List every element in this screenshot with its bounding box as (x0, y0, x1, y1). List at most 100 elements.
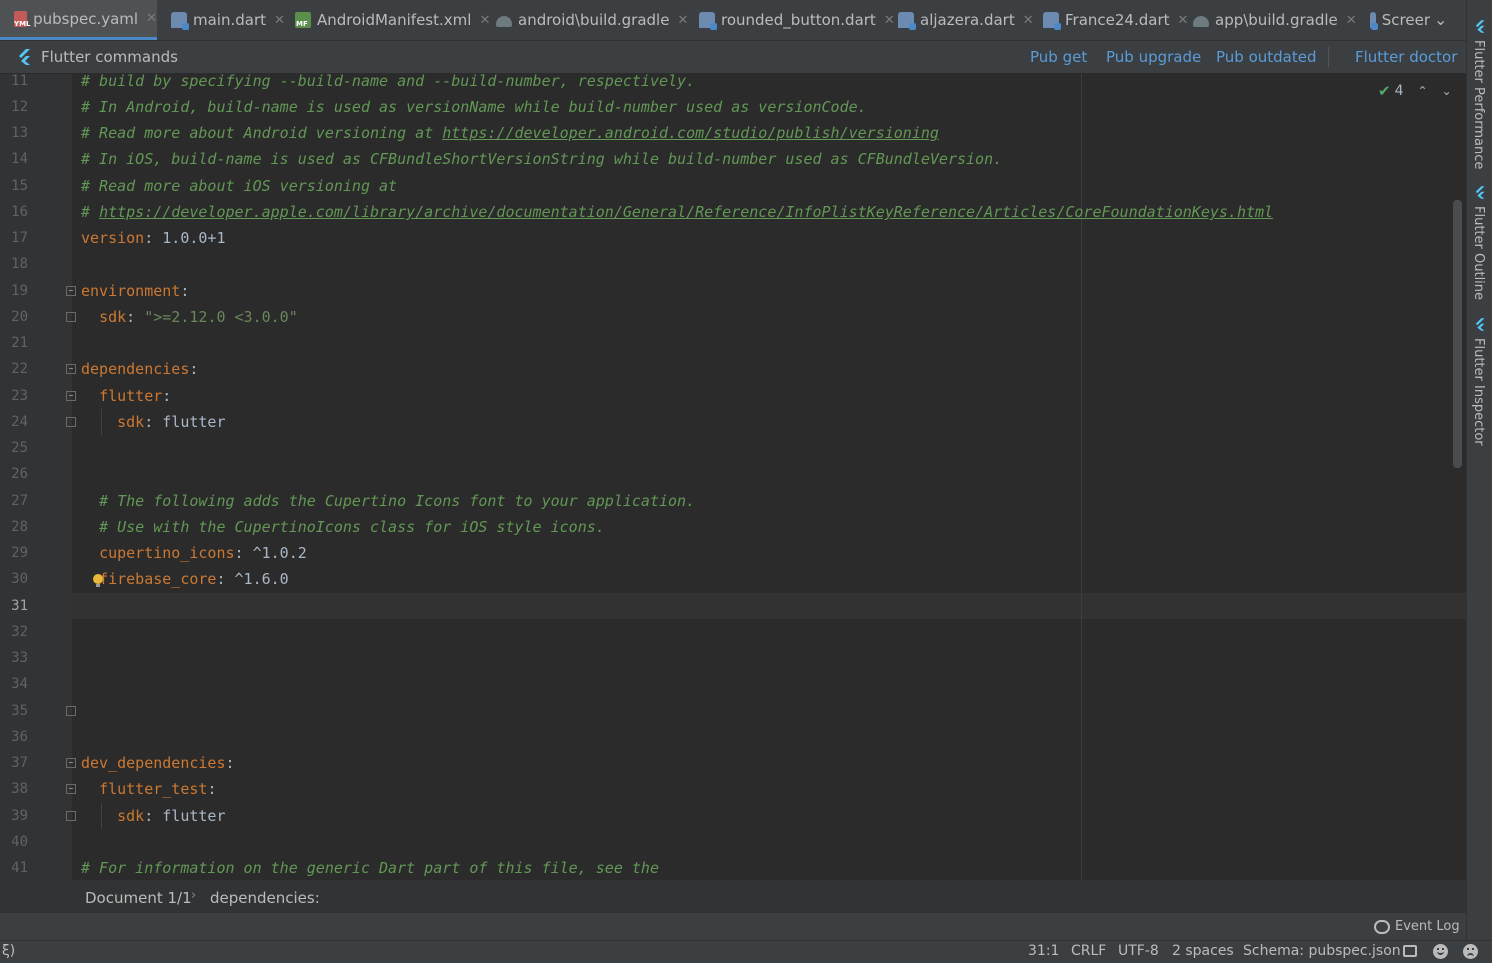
line-number: 36 (11, 729, 28, 745)
right-margin-guide (1081, 74, 1082, 880)
close-icon[interactable]: ✕ (677, 13, 688, 28)
tab-label: android\build.gradle (518, 11, 670, 29)
close-icon[interactable]: ✕ (146, 11, 157, 26)
line-number: 23 (11, 388, 28, 404)
dart-file-icon (1043, 12, 1061, 30)
code-line-37: dev_dependencies: (81, 754, 235, 772)
line-separator[interactable]: CRLF (1071, 943, 1106, 959)
close-icon[interactable]: ✕ (1023, 13, 1034, 28)
line-number: 26 (11, 466, 28, 482)
close-icon[interactable]: ✕ (479, 13, 490, 28)
line-number: 30 (11, 571, 28, 587)
url-link[interactable]: https://developer.apple.com/library/arch… (99, 203, 1273, 221)
pub-outdated-link[interactable]: Pub outdated (1216, 48, 1317, 66)
code-line-14: # In iOS, build-name is used as CFBundle… (81, 150, 1003, 168)
fold-marker[interactable] (66, 312, 76, 322)
fold-marker[interactable] (66, 811, 76, 821)
inspection-count: 4 (1394, 83, 1404, 99)
yaml-key: sdk (117, 413, 145, 431)
line-number: 22 (11, 361, 28, 377)
code-line-13: # Read more about Android versioning at … (81, 120, 939, 146)
tab-label: France24.dart (1065, 11, 1170, 29)
line-number: 38 (11, 781, 28, 797)
line-number: 21 (11, 335, 28, 351)
code-line-23: flutter: (99, 387, 172, 405)
tab-label: app\build.gradle (1215, 11, 1338, 29)
flutter-doctor-link[interactable]: Flutter doctor (1355, 48, 1457, 66)
tab-label: aljazera.dart (920, 11, 1015, 29)
json-schema[interactable]: Schema: pubspec.json (1243, 943, 1401, 959)
code-line-22: dependencies: (81, 360, 199, 378)
lightbulb-icon[interactable] (92, 574, 104, 588)
fold-marker[interactable] (66, 391, 76, 401)
breadcrumb-path[interactable]: dependencies: (210, 889, 320, 907)
tab-app-build-gradle[interactable]: app\build.gradle ✕ (1193, 0, 1357, 40)
tab-android-build-gradle[interactable]: android\build.gradle ✕ (496, 0, 688, 40)
line-number: 41 (11, 860, 28, 876)
line-number: 32 (11, 624, 28, 640)
pub-get-link[interactable]: Pub get (1030, 48, 1087, 66)
flutter-icon (1475, 186, 1485, 199)
tab-france24-dart[interactable]: France24.dart ✕ (1043, 0, 1188, 40)
line-number: 18 (11, 256, 28, 272)
close-icon[interactable]: ✕ (884, 13, 895, 28)
url-link[interactable]: https://developer.android.com/studio/pub… (442, 124, 939, 142)
file-encoding[interactable]: UTF-8 (1118, 943, 1159, 959)
yaml-key: firebase_core (99, 570, 217, 588)
code-line-12: # In Android, build-name is used as vers… (81, 98, 867, 116)
yaml-key: dependencies (81, 360, 190, 378)
fold-marker[interactable] (66, 706, 76, 716)
line-number: 27 (11, 493, 28, 509)
code-line-29: cupertino_icons: ^1.0.2 (99, 544, 307, 562)
tool-flutter-inspector[interactable]: Flutter Inspector (1471, 338, 1486, 446)
fold-marker[interactable] (66, 784, 76, 794)
tool-flutter-performance[interactable]: Flutter Performance (1471, 40, 1486, 169)
tab-label: main.dart (193, 11, 267, 29)
event-log-button[interactable]: Event Log (1374, 919, 1460, 934)
tool-flutter-outline[interactable]: Flutter Outline (1471, 206, 1486, 300)
code-line-30: firebase_core: ^1.6.0 (99, 570, 289, 588)
xml-file-icon (295, 12, 311, 28)
tab-screen-partial[interactable]: Screer (1370, 0, 1430, 40)
code-line-17: version: 1.0.0+1 (81, 229, 226, 247)
close-icon[interactable]: ✕ (274, 13, 285, 28)
fold-marker[interactable] (66, 758, 76, 768)
fold-marker[interactable] (66, 364, 76, 374)
code-line-41: # For information on the generic Dart pa… (81, 859, 659, 877)
close-icon[interactable]: ✕ (1178, 13, 1189, 28)
line-number: 35 (11, 703, 28, 719)
code-line-27: # The following adds the Cupertino Icons… (81, 488, 695, 514)
breadcrumb-document[interactable]: Document 1/1 (85, 889, 192, 907)
line-number: 33 (11, 650, 28, 666)
feedback-sad-icon[interactable] (1463, 944, 1478, 959)
fold-marker[interactable] (66, 286, 76, 296)
chevron-down-icon[interactable]: ⌄ (1434, 10, 1447, 29)
tab-main-dart[interactable]: main.dart ✕ (171, 0, 285, 40)
yaml-value: flutter (153, 413, 226, 431)
indent-setting[interactable]: 2 spaces (1172, 943, 1234, 959)
tab-androidmanifest-xml[interactable]: AndroidManifest.xml ✕ (295, 0, 490, 40)
chevron-down-icon[interactable]: ⌄ (1442, 84, 1452, 98)
tab-rounded-button-dart[interactable]: rounded_button.dart ✕ (699, 0, 895, 40)
tab-aljazera-dart[interactable]: aljazera.dart ✕ (898, 0, 1034, 40)
close-icon[interactable]: ✕ (1346, 13, 1357, 28)
feedback-happy-icon[interactable] (1433, 944, 1448, 959)
inspection-widget[interactable]: ✔ 4 ⌃ ⌄ (1378, 82, 1452, 100)
dart-file-icon (898, 12, 916, 30)
chevron-up-icon[interactable]: ⌃ (1418, 84, 1428, 98)
unlock-icon[interactable] (1403, 945, 1417, 957)
yaml-string: ">=2.12.0 <3.0.0" (144, 308, 298, 326)
code-line-15: # Read more about iOS versioning at (81, 177, 398, 195)
event-log-icon (1374, 919, 1390, 934)
pub-upgrade-link[interactable]: Pub upgrade (1106, 48, 1201, 66)
right-tool-strip: Flutter Performance Flutter Outline Flut… (1466, 0, 1492, 940)
line-number: 39 (11, 808, 28, 824)
comment-text: # The following adds the Cupertino Icons… (99, 492, 696, 510)
tab-pubspec-yaml[interactable]: pubspec.yaml ✕ (0, 0, 157, 40)
flutter-icon (1475, 318, 1485, 331)
fold-marker[interactable] (66, 417, 76, 427)
caret-position[interactable]: 31:1 (1028, 943, 1059, 959)
check-icon: ✔ (1378, 82, 1391, 100)
event-log-label: Event Log (1395, 919, 1460, 934)
vertical-scrollbar[interactable] (1453, 200, 1462, 468)
